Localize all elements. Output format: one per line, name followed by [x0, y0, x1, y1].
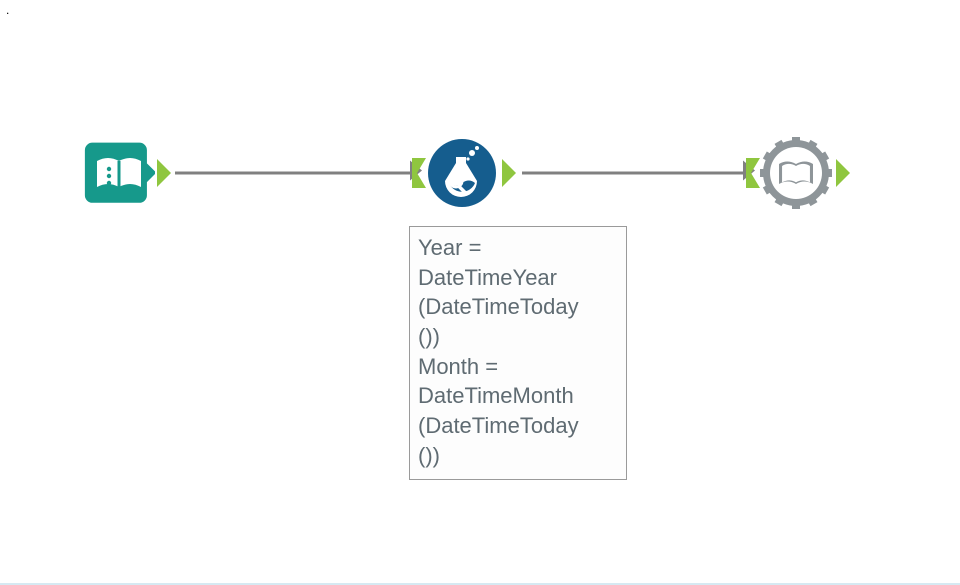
input-anchor[interactable] — [412, 158, 430, 188]
open-book-icon — [83, 137, 155, 209]
output-anchor[interactable] — [502, 159, 520, 187]
formula-line: Month = — [418, 352, 618, 382]
formula-line: DateTimeMonth — [418, 381, 618, 411]
formula-tool[interactable] — [426, 137, 498, 209]
input-data-tool[interactable] — [83, 137, 155, 209]
flask-icon — [426, 137, 498, 209]
formula-line: Year = — [418, 233, 618, 263]
output-anchor[interactable] — [157, 159, 175, 187]
connector-1 — [175, 172, 413, 175]
formula-line: ()) — [418, 441, 618, 471]
formula-line: (DateTimeToday — [418, 292, 618, 322]
input-anchor[interactable] — [746, 158, 764, 188]
formula-line: DateTimeYear — [418, 263, 618, 293]
browse-tool[interactable] — [760, 137, 832, 209]
formula-annotation[interactable]: Year = DateTimeYear (DateTimeToday ()) M… — [409, 226, 627, 480]
gear-book-icon — [760, 137, 832, 209]
output-anchor[interactable] — [836, 159, 854, 187]
connector-2 — [522, 172, 746, 175]
formula-line: (DateTimeToday — [418, 411, 618, 441]
stray-period: . — [6, 3, 9, 17]
formula-line: ()) — [418, 322, 618, 352]
workflow-canvas[interactable]: . — [0, 0, 960, 585]
